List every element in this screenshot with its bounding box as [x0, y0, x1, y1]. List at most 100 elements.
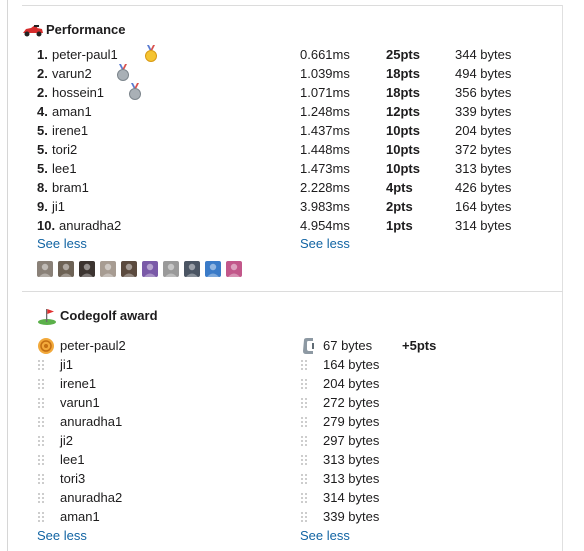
username: irene1: [52, 123, 89, 138]
username: tori2: [52, 142, 78, 157]
drag-handle-icon: [301, 417, 307, 427]
drag-handle-icon: [301, 493, 307, 503]
leaderboard-row: 4. aman1 1.248ms 12pts 339 bytes: [0, 102, 584, 121]
codegolf-row: ji2 297 bytes: [0, 431, 584, 450]
drag-handle-icon: [38, 436, 44, 446]
leaderboard-row: 9. ji1 3.983ms 2pts 164 bytes: [0, 197, 584, 216]
byte-count: 426 bytes: [455, 180, 512, 195]
runtime: 0.661ms: [300, 47, 350, 62]
username: hossein1: [52, 85, 105, 100]
points: 12pts: [386, 104, 420, 119]
byte-count: 313 bytes: [323, 471, 380, 486]
points: 18pts: [386, 66, 420, 81]
rank: 2.: [37, 66, 48, 81]
byte-count: 164 bytes: [455, 199, 512, 214]
codegolf-row: aman1 339 bytes: [0, 507, 584, 526]
drag-handle-icon: [38, 474, 44, 484]
leaderboard-row: 8. bram1 2.228ms 4pts 426 bytes: [0, 178, 584, 197]
runtime: 2.228ms: [300, 180, 350, 195]
username: ji1: [52, 199, 66, 214]
see-less-link[interactable]: See less: [300, 234, 350, 253]
byte-count: 344 bytes: [455, 47, 512, 62]
codegolf-row: anuradha1 279 bytes: [0, 412, 584, 431]
points: 10pts: [386, 123, 420, 138]
leaderboard-row: 5. tori2 1.448ms 10pts 372 bytes: [0, 140, 584, 159]
username: varun1: [60, 395, 100, 410]
avatar[interactable]: [37, 261, 53, 277]
username: tori3: [60, 471, 86, 486]
codegolf-row: anuradha2 314 bytes: [0, 488, 584, 507]
drag-handle-icon: [301, 379, 307, 389]
username: lee1: [52, 161, 77, 176]
username: bram1: [52, 180, 89, 195]
rank: 10.: [37, 218, 56, 233]
username: irene1: [60, 376, 97, 391]
rank: 2.: [37, 85, 48, 100]
points: 2pts: [386, 199, 413, 214]
rank: 5.: [37, 161, 48, 176]
points: 10pts: [386, 161, 420, 176]
section-divider: [22, 291, 563, 292]
byte-count: 339 bytes: [323, 509, 380, 524]
byte-count: 313 bytes: [323, 452, 380, 467]
silver-medal-icon: [116, 64, 130, 81]
username: anuradha1: [60, 414, 123, 429]
race-car-icon: [23, 25, 43, 37]
silver-medal-icon: [128, 83, 142, 100]
golf-flag-icon: [38, 309, 56, 325]
avatar[interactable]: [121, 261, 137, 277]
byte-count: 279 bytes: [323, 414, 380, 429]
username: aman1: [60, 509, 100, 524]
byte-count: 204 bytes: [455, 123, 512, 138]
avatar[interactable]: [79, 261, 95, 277]
username: aman1: [52, 104, 92, 119]
points: 18pts: [386, 85, 420, 100]
byte-count: 297 bytes: [323, 433, 380, 448]
byte-count: 372 bytes: [455, 142, 512, 157]
codegolf-title: Codegolf award: [60, 308, 158, 323]
rank: 1.: [37, 47, 48, 62]
leaderboard-row: 5. lee1 1.473ms 10pts 313 bytes: [0, 159, 584, 178]
see-less-link[interactable]: See less: [300, 526, 350, 545]
leaderboard-row: 1. peter-paul1 0.661ms 25pts 344 bytes: [0, 45, 584, 64]
username: ji2: [60, 433, 74, 448]
drag-handle-icon: [38, 379, 44, 389]
byte-count: 272 bytes: [323, 395, 380, 410]
codegolf-row: lee1 313 bytes: [0, 450, 584, 469]
avatar[interactable]: [205, 261, 221, 277]
see-less-link[interactable]: See less: [37, 234, 87, 253]
username: lee1: [60, 452, 85, 467]
username: anuradha2: [59, 218, 122, 233]
drag-handle-icon: [301, 436, 307, 446]
leaderboard-panel: Performance 1. peter-paul1 0.661ms 25pts 344…: [0, 0, 584, 551]
leaderboard-row: 2. varun2 1.039ms 18pts 494 bytes: [0, 64, 584, 83]
points: 4pts: [386, 180, 413, 195]
avatar[interactable]: [58, 261, 74, 277]
drag-handle-icon: [301, 455, 307, 465]
runtime: 1.437ms: [300, 123, 350, 138]
avatar[interactable]: [142, 261, 158, 277]
top-divider: [22, 5, 563, 6]
drag-handle-icon: [301, 474, 307, 484]
username: anuradha2: [60, 490, 123, 505]
rank: 5.: [37, 123, 48, 138]
drag-handle-icon: [38, 360, 44, 370]
drag-handle-icon: [38, 417, 44, 427]
codegolf-winner-bytes: 67 bytes: [323, 338, 373, 353]
avatar[interactable]: [163, 261, 179, 277]
drag-handle-icon: [301, 398, 307, 408]
avatar[interactable]: [226, 261, 242, 277]
see-less-link[interactable]: See less: [37, 526, 87, 545]
avatar[interactable]: [100, 261, 116, 277]
username: peter-paul1: [52, 47, 118, 62]
byte-count: 313 bytes: [455, 161, 512, 176]
drag-handle-icon: [38, 398, 44, 408]
username: varun2: [52, 66, 92, 81]
codegolf-winner-points: +5pts: [402, 338, 437, 353]
points: 25pts: [386, 47, 420, 62]
byte-count: 164 bytes: [323, 357, 380, 372]
avatar[interactable]: [184, 261, 200, 277]
drag-handle-icon: [38, 493, 44, 503]
byte-count: 356 bytes: [455, 85, 512, 100]
username: ji1: [60, 357, 74, 372]
